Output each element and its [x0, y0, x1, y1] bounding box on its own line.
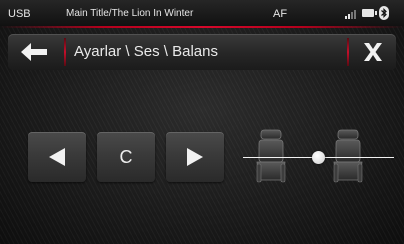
status-bar: USB Main Title/The Lion In Winter AF: [0, 0, 404, 26]
battery-icon: [362, 9, 377, 17]
balance-center-button[interactable]: C: [97, 132, 155, 182]
source-label: USB: [8, 8, 31, 20]
screen: USB Main Title/The Lion In Winter AF Aya…: [0, 0, 404, 244]
header-divider: [347, 38, 349, 66]
af-indicator: AF: [273, 8, 288, 20]
balance-slider-thumb[interactable]: [312, 151, 325, 164]
arrow-left-icon: [21, 43, 47, 61]
triangle-left-icon: [49, 148, 65, 166]
back-button[interactable]: [8, 34, 60, 70]
close-x-icon: [364, 43, 382, 61]
accent-line: [0, 26, 404, 28]
center-label: C: [119, 147, 133, 167]
close-button[interactable]: [351, 34, 396, 70]
signal-icon: [345, 10, 356, 19]
status-icons: [338, 6, 398, 20]
balance-left-button[interactable]: [28, 132, 86, 182]
page-title: Ayarlar \ Ses \ Balans: [74, 43, 218, 60]
balance-right-button[interactable]: [166, 132, 224, 182]
header-divider: [64, 38, 66, 66]
track-title: Main Title/The Lion In Winter: [66, 8, 194, 19]
bluetooth-icon: [379, 6, 389, 20]
triangle-right-icon: [187, 148, 203, 166]
header-bar: Ayarlar \ Ses \ Balans: [8, 34, 396, 70]
